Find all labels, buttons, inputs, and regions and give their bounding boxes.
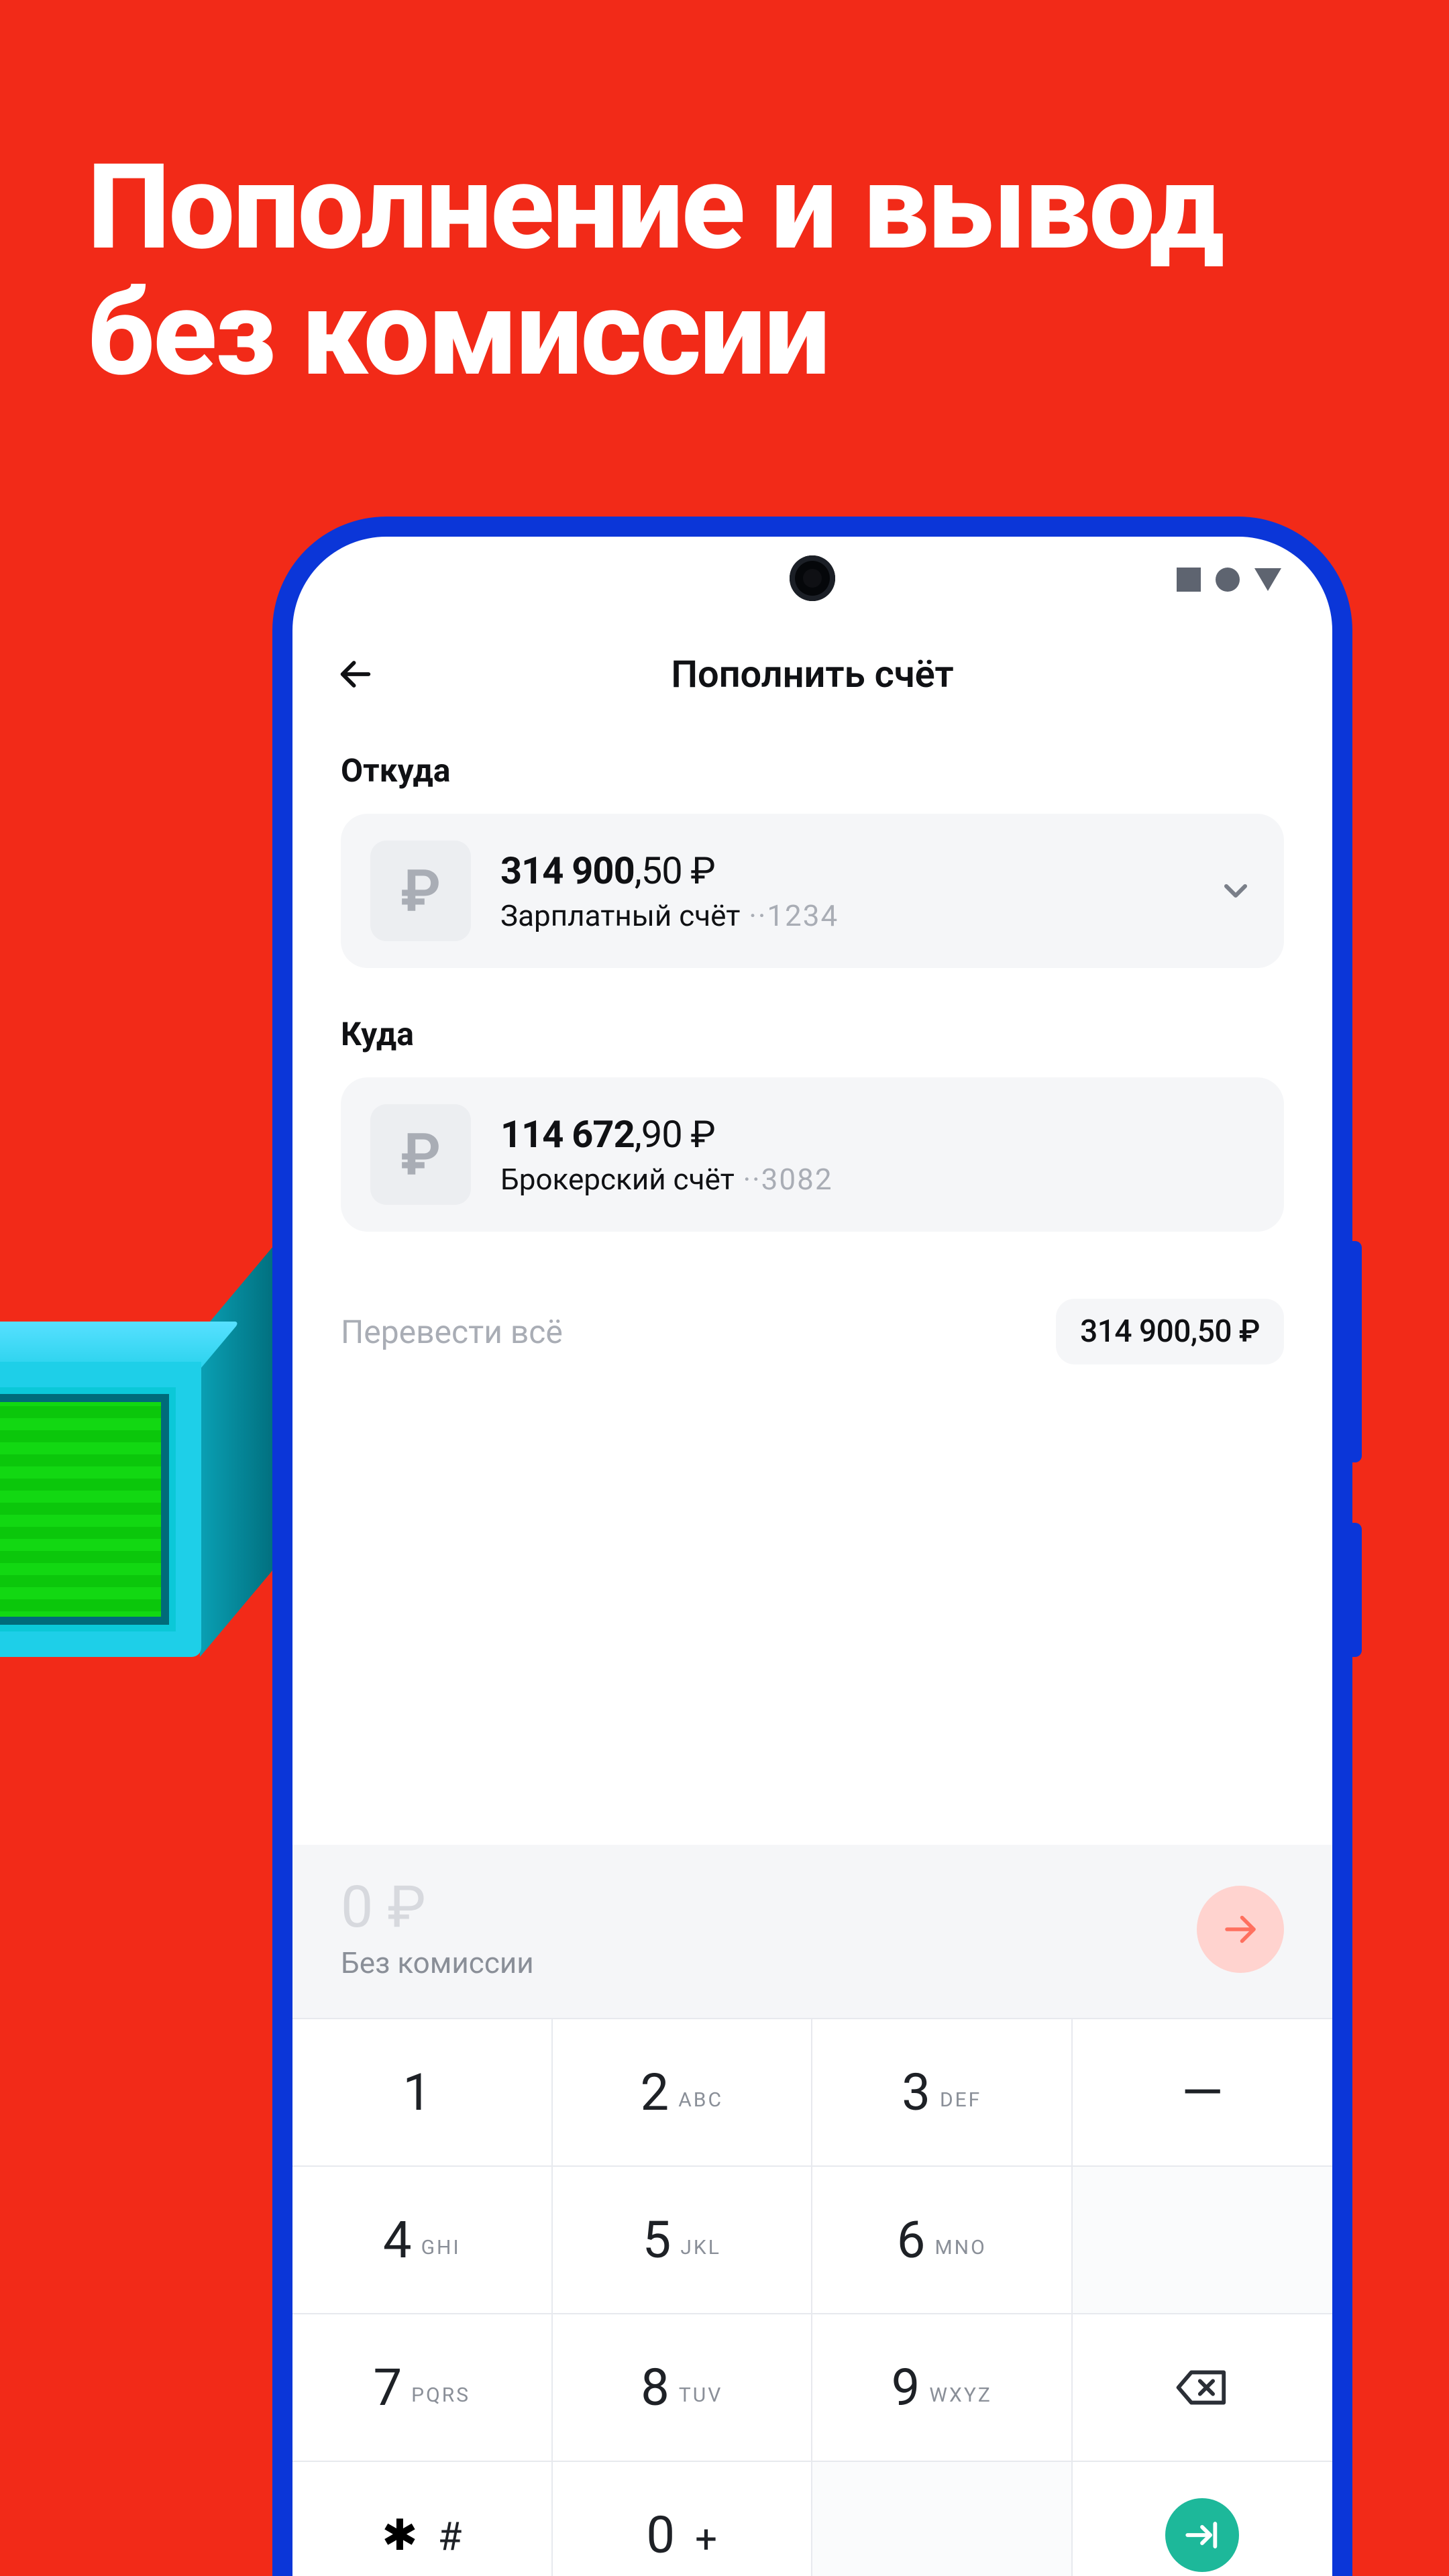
to-account-card[interactable]: ₽ 114 672,90 ₽ Брокерский счёт ··3082 (341, 1077, 1284, 1232)
to-section-label: Куда (341, 1015, 1284, 1053)
spacer (292, 1364, 1332, 1845)
go-circle (1165, 2498, 1239, 2572)
ruble-icon: ₽ (370, 1104, 471, 1205)
to-account-balance: 114 672,90 ₽ (500, 1112, 1254, 1157)
phone-side-button (1348, 1523, 1362, 1657)
ruble-icon: ₽ (370, 841, 471, 941)
key-star-hash[interactable]: ✱# (292, 2462, 553, 2576)
transfer-all-chip[interactable]: 314 900,50 ₽ (1056, 1299, 1284, 1364)
backspace-icon (1176, 2368, 1228, 2407)
key-1[interactable]: 1 (292, 2019, 553, 2167)
headline-line-2: без комиссии (87, 270, 1222, 396)
app-header: Пополнить счёт (292, 624, 1332, 724)
promo-headline: Пополнение и вывод без комиссии (87, 144, 1222, 397)
key-4[interactable]: 4GHI (292, 2167, 553, 2314)
from-account-card[interactable]: ₽ 314 900,50 ₽ Зарплатный счёт ··1234 (341, 814, 1284, 968)
key-minus[interactable]: — (1073, 2019, 1333, 2167)
status-circle-icon (1216, 568, 1240, 592)
amount-bar: 0 ₽ Без комиссии (292, 1845, 1332, 2018)
front-camera (790, 555, 835, 601)
key-8[interactable]: 8TUV (553, 2314, 813, 2462)
phone-screen: Пополнить счёт Откуда ₽ 314 900,50 ₽ Зар… (292, 537, 1332, 2576)
from-section-label: Откуда (341, 751, 1284, 790)
to-account-subtitle: Брокерский счёт ··3082 (500, 1162, 1254, 1197)
status-icons (1177, 568, 1281, 592)
phone-side-button (1348, 1241, 1362, 1462)
page-title: Пополнить счёт (292, 652, 1332, 696)
back-button[interactable] (330, 649, 381, 700)
status-triangle-icon (1254, 568, 1281, 591)
chevron-down-icon (1217, 872, 1254, 910)
status-bar (292, 537, 1332, 624)
amount-text: 0 ₽ Без комиссии (341, 1878, 1197, 1980)
headline-line-1: Пополнение и вывод (87, 144, 1222, 270)
transfer-all-row: Перевести всё 314 900,50 ₽ (341, 1279, 1284, 1364)
amount-input[interactable]: 0 ₽ (341, 1878, 1197, 1936)
key-9[interactable]: 9WXYZ (812, 2314, 1073, 2462)
key-3[interactable]: 3DEF (812, 2019, 1073, 2167)
to-account-text: 114 672,90 ₽ Брокерский счёт ··3082 (500, 1112, 1254, 1197)
numeric-keypad: 1 2ABC 3DEF — 4GHI 5JKL 6MNO 7PQRS 8TUV … (292, 2018, 1332, 2576)
key-0[interactable]: 0+ (553, 2462, 813, 2576)
key-6[interactable]: 6MNO (812, 2167, 1073, 2314)
from-account-balance: 314 900,50 ₽ (500, 849, 1187, 893)
amount-fee-note: Без комиссии (341, 1945, 1197, 1980)
tab-arrow-icon (1183, 2516, 1222, 2555)
content-area: Откуда ₽ 314 900,50 ₽ Зарплатный счёт ··… (292, 724, 1332, 1364)
from-account-subtitle: Зарплатный счёт ··1234 (500, 898, 1187, 933)
phone-frame: Пополнить счёт Откуда ₽ 314 900,50 ₽ Зар… (272, 517, 1352, 2576)
send-button[interactable] (1197, 1886, 1284, 1973)
arrow-left-icon (336, 655, 375, 694)
decorative-cube (0, 1322, 241, 1697)
key-5[interactable]: 5JKL (553, 2167, 813, 2314)
from-account-text: 314 900,50 ₽ Зарплатный счёт ··1234 (500, 849, 1187, 933)
key-backspace[interactable] (1073, 2314, 1333, 2462)
key-go[interactable] (1073, 2462, 1333, 2576)
key-7[interactable]: 7PQRS (292, 2314, 553, 2462)
arrow-right-icon (1220, 1909, 1260, 1949)
transfer-all-label: Перевести всё (341, 1313, 563, 1351)
status-square-icon (1177, 568, 1201, 592)
key-blank (1073, 2167, 1333, 2314)
key-blank-2 (812, 2462, 1073, 2576)
key-2[interactable]: 2ABC (553, 2019, 813, 2167)
